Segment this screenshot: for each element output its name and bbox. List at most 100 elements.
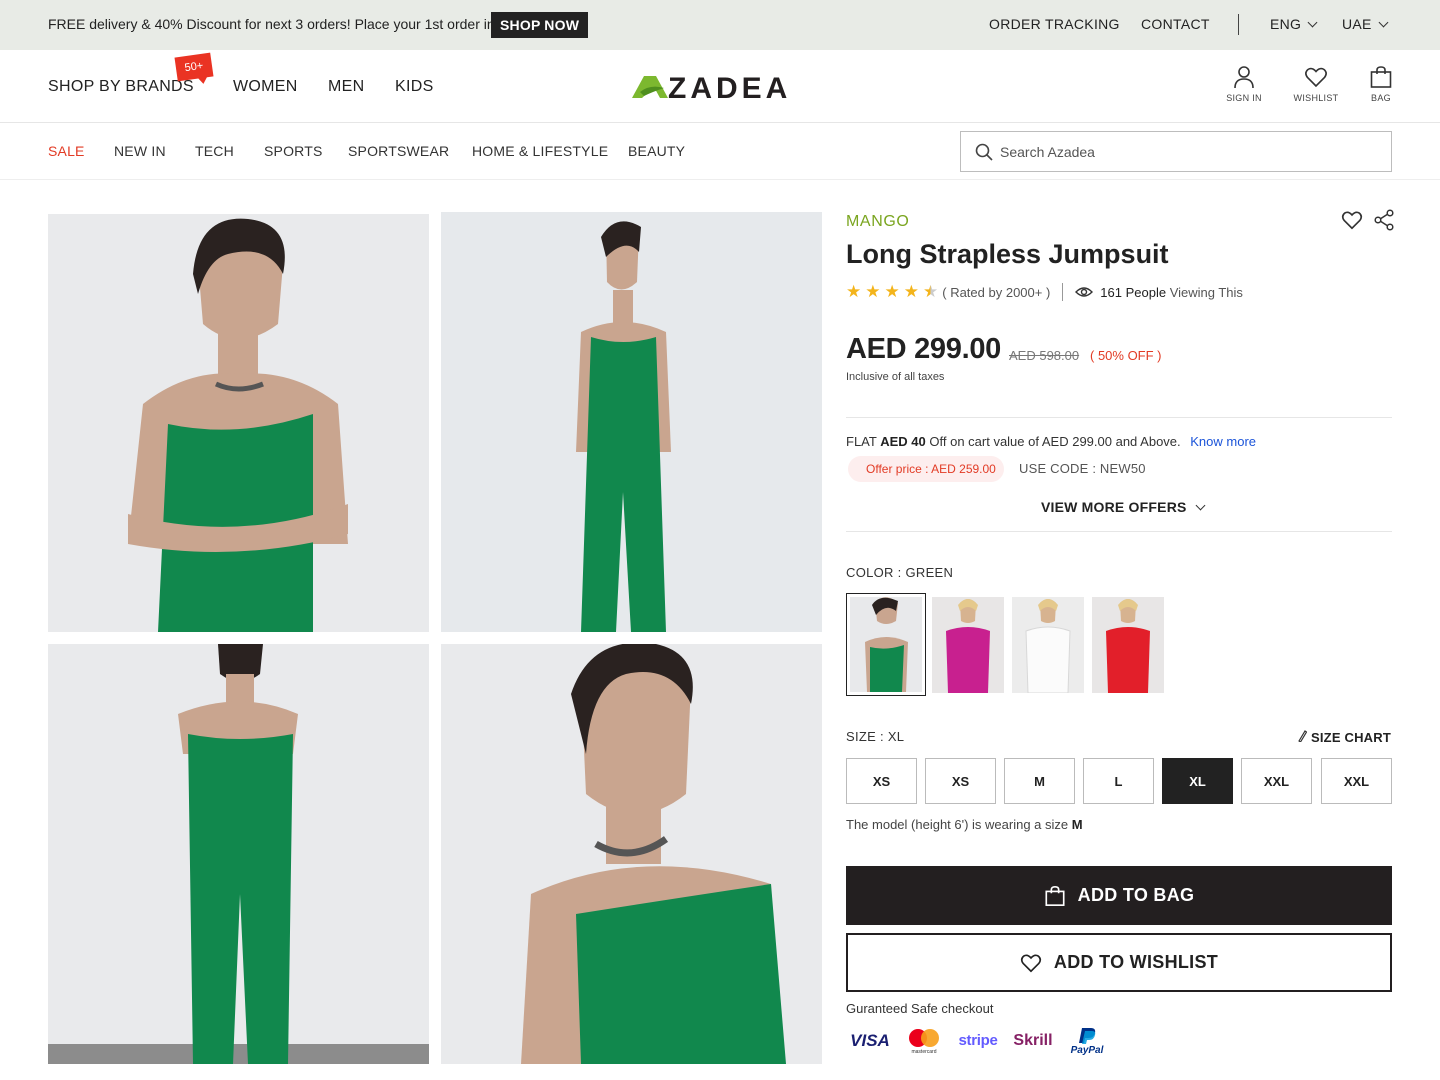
add-to-wishlist-button[interactable]: ADD TO WISHLIST <box>846 933 1392 992</box>
chevron-down-icon <box>1195 500 1205 511</box>
size-option-xs-2[interactable]: XS <box>925 758 996 804</box>
paypal-logo: PayPal <box>1064 1027 1110 1056</box>
promo-bar: FREE delivery & 40% Discount for next 3 … <box>0 0 1440 50</box>
country-value: UAE <box>1342 16 1372 32</box>
size-chart-link[interactable]: SIZE CHART <box>1296 729 1391 745</box>
half-star-icon: ★ <box>923 282 939 301</box>
size-option-xxl-2[interactable]: XXL <box>1321 758 1392 804</box>
size-option-xs[interactable]: XS <box>846 758 917 804</box>
offer-text: Off on cart value of AED 299.00 and Abov… <box>929 434 1181 449</box>
category-new-in[interactable]: NEW IN <box>114 143 166 159</box>
color-swatch-magenta[interactable] <box>932 597 1004 693</box>
rating-row: ★ ★ ★ ★ ★ ( Rated by 2000+ ) 161 People … <box>846 283 1243 301</box>
add-to-wishlist-label: ADD TO WISHLIST <box>1053 952 1219 972</box>
order-tracking-link[interactable]: ORDER TRACKING <box>989 16 1120 32</box>
size-label: SIZE : XL <box>846 729 905 744</box>
product-image-1[interactable] <box>48 214 429 632</box>
product-brand[interactable]: MANGO <box>846 213 909 231</box>
chevron-down-icon <box>1378 17 1389 28</box>
promo-text: FREE delivery & 40% Discount for next 3 … <box>48 16 499 32</box>
viewers-text: 161 People Viewing This <box>1100 285 1243 300</box>
offer-price-pill: Offer price : AED 259.00 <box>848 456 1004 482</box>
heart-icon <box>1020 953 1042 972</box>
star-icon: ★ <box>903 282 919 301</box>
category-beauty[interactable]: BEAUTY <box>628 143 685 159</box>
size-chart-label: SIZE CHART <box>1311 730 1391 745</box>
view-more-offers-button[interactable]: VIEW MORE OFFERS <box>1041 499 1205 515</box>
model-size-note: The model (height 6') is wearing a size … <box>846 817 1083 832</box>
mastercard-text: mastercard <box>911 1049 936 1055</box>
user-icon <box>1234 66 1254 89</box>
heart-icon <box>1341 211 1363 230</box>
color-swatch-white[interactable] <box>1012 597 1084 693</box>
nav-men[interactable]: MEN <box>328 78 364 96</box>
current-price: AED 299.00 <box>846 333 1001 365</box>
language-selector[interactable]: ENG <box>1270 16 1318 32</box>
offer-prefix: FLAT <box>846 434 877 449</box>
size-option-xxl[interactable]: XXL <box>1241 758 1312 804</box>
star-icon: ★ <box>846 282 862 301</box>
wishlist-label: WISHLIST <box>1293 93 1339 103</box>
coupon-code: USE CODE : NEW50 <box>1019 461 1146 476</box>
country-selector[interactable]: UAE <box>1342 16 1389 32</box>
safe-checkout-text: Guranteed Safe checkout <box>846 1001 994 1016</box>
bag-icon <box>1370 66 1392 88</box>
size-option-m[interactable]: M <box>1004 758 1075 804</box>
star-icon: ★ <box>884 282 900 301</box>
rating-divider <box>1062 283 1064 301</box>
skrill-logo: Skrill <box>1013 1032 1053 1049</box>
visa-logo: VISA <box>850 1031 890 1050</box>
share-icon <box>1374 209 1394 231</box>
discount-label: ( 50% OFF ) <box>1090 348 1162 363</box>
category-sportswear[interactable]: SPORTSWEAR <box>348 143 449 159</box>
logo-text: ZADEA <box>668 72 791 102</box>
logo-mark-icon <box>632 76 668 98</box>
model-note-text: The model (height 6') is wearing a size <box>846 817 1069 832</box>
heart-icon <box>1305 67 1327 88</box>
eye-icon <box>1075 287 1094 297</box>
share-button[interactable] <box>1373 209 1395 231</box>
category-home-lifestyle[interactable]: HOME & LIFESTYLE <box>472 143 608 159</box>
chevron-down-icon <box>1307 17 1318 28</box>
category-sale[interactable]: SALE <box>48 143 85 159</box>
mastercard-logo: mastercard <box>903 1027 945 1055</box>
wishlist-button[interactable]: WISHLIST <box>1286 65 1346 103</box>
add-to-bag-label: ADD TO BAG <box>1077 885 1195 905</box>
product-title: Long Strapless Jumpsuit <box>846 239 1169 269</box>
size-option-xl[interactable]: XL <box>1162 758 1233 804</box>
shop-now-button[interactable]: SHOP NOW <box>491 12 589 38</box>
wishlist-toggle-button[interactable] <box>1341 209 1363 231</box>
offer-amount: AED 40 <box>880 434 926 449</box>
product-image-2[interactable] <box>441 212 822 632</box>
bag-label: BAG <box>1371 93 1391 103</box>
category-sports[interactable]: SPORTS <box>264 143 323 159</box>
ruler-icon <box>1298 730 1308 743</box>
size-option-l[interactable]: L <box>1083 758 1154 804</box>
add-to-bag-button[interactable]: ADD TO BAG <box>846 866 1392 925</box>
paypal-text: PayPal <box>1071 1045 1104 1055</box>
category-tech[interactable]: TECH <box>195 143 234 159</box>
color-swatch-red[interactable] <box>1092 597 1164 693</box>
rating-text[interactable]: ( Rated by 2000+ ) <box>942 285 1050 300</box>
search-input[interactable] <box>1000 132 1380 171</box>
know-more-link[interactable]: Know more <box>1190 434 1256 449</box>
product-image-3[interactable] <box>48 644 429 1064</box>
language-value: ENG <box>1270 16 1302 32</box>
sign-in-label: SIGN IN <box>1226 93 1262 103</box>
sign-in-button[interactable]: SIGN IN <box>1214 65 1274 103</box>
nav-shop-by-brands[interactable]: SHOP BY BRANDS <box>48 78 194 96</box>
divider <box>846 417 1392 418</box>
search-box[interactable] <box>960 131 1392 172</box>
original-price: AED 598.00 <box>1009 348 1080 363</box>
divider <box>846 531 1392 532</box>
product-image-4[interactable] <box>441 644 822 1064</box>
brands-count-badge: 50+ <box>174 52 214 82</box>
azadea-logo[interactable]: ZADEA <box>630 70 810 105</box>
color-swatch-green[interactable] <box>846 593 926 696</box>
nav-women[interactable]: WOMEN <box>233 78 298 96</box>
nav-kids[interactable]: KIDS <box>395 78 434 96</box>
main-header: SHOP BY BRANDS 50+ WOMEN MEN KIDS ZADEA … <box>0 50 1440 123</box>
contact-link[interactable]: CONTACT <box>1141 16 1210 32</box>
bag-icon <box>1045 885 1065 906</box>
bag-button[interactable]: BAG <box>1351 65 1411 103</box>
